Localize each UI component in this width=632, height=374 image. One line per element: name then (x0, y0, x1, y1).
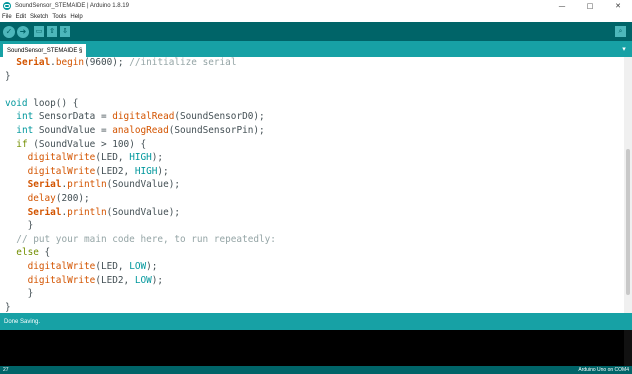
code-line[interactable]: Serial.println(SoundValue); (5, 206, 276, 220)
code-line[interactable]: } (5, 287, 276, 301)
code-line[interactable]: if (SoundValue > 100) { (5, 138, 276, 152)
code-editor[interactable]: Serial.begin(9600); //initialize serial}… (0, 57, 632, 313)
code-line[interactable]: int SensorData = digitalRead(SoundSensor… (5, 110, 276, 124)
maximize-button[interactable]: □ (576, 0, 604, 12)
title-bar: SoundSensor_STEMAIDE | Arduino 1.8.19 — … (0, 0, 632, 12)
menu-edit[interactable]: Edit (16, 14, 26, 20)
save-sketch-button[interactable]: ⇩ (60, 26, 70, 37)
menu-tools[interactable]: Tools (52, 14, 66, 20)
code-line[interactable]: void loop() { (5, 97, 276, 111)
tab-soundsensor-stemaide[interactable]: SoundSensor_STEMAIDE § (3, 44, 87, 57)
open-sketch-button[interactable]: ⇧ (47, 26, 57, 37)
editor-scroll-thumb[interactable] (626, 149, 630, 295)
menu-bar: File Edit Sketch Tools Help (0, 12, 632, 22)
tab-bar: SoundSensor_STEMAIDE § ▾ (0, 41, 632, 57)
code-line[interactable] (5, 83, 276, 97)
code-line[interactable]: digitalWrite(LED, HIGH); (5, 151, 276, 165)
code-line[interactable]: } (5, 219, 276, 233)
code-line[interactable]: digitalWrite(LED2, LOW); (5, 274, 276, 288)
output-console[interactable] (0, 330, 632, 366)
minimize-button[interactable]: — (548, 0, 576, 12)
console-scrollbar[interactable] (624, 330, 632, 366)
menu-help[interactable]: Help (70, 14, 82, 20)
editor-scrollbar[interactable] (624, 57, 632, 313)
verify-button[interactable]: ✓ (3, 25, 15, 38)
code-line[interactable]: Serial.println(SoundValue); (5, 178, 276, 192)
status-message: Done Saving. (4, 318, 41, 325)
code-line[interactable]: } (5, 70, 276, 84)
code-line[interactable]: digitalWrite(LED, LOW); (5, 260, 276, 274)
board-port-label: Arduino Uno on COM4 (578, 367, 629, 373)
serial-monitor-button[interactable]: ⌕ (615, 26, 626, 37)
arduino-logo-icon (3, 2, 11, 10)
window-controls: — □ ✕ (548, 0, 632, 12)
menu-sketch[interactable]: Sketch (30, 14, 48, 20)
bottom-bar: 27 Arduino Uno on COM4 (0, 366, 632, 374)
code-line[interactable]: int SoundValue = analogRead(SoundSensorP… (5, 124, 276, 138)
code-line[interactable]: } (5, 301, 276, 313)
new-sketch-button[interactable]: ▭ (34, 26, 44, 37)
upload-button[interactable]: ➜ (17, 25, 29, 38)
code-text[interactable]: Serial.begin(9600); //initialize serial}… (5, 57, 276, 313)
code-line[interactable]: Serial.begin(9600); //initialize serial (5, 57, 276, 70)
code-line[interactable]: // put your main code here, to run repea… (5, 233, 276, 247)
menu-file[interactable]: File (2, 14, 12, 20)
line-number: 27 (3, 367, 9, 373)
close-button[interactable]: ✕ (604, 0, 632, 12)
tab-menu-chevron-down-icon[interactable]: ▾ (620, 45, 628, 53)
toolbar: ✓ ➜ ▭ ⇧ ⇩ ⌕ (0, 22, 632, 41)
window-title: SoundSensor_STEMAIDE | Arduino 1.8.19 (15, 3, 129, 9)
code-line[interactable]: digitalWrite(LED2, HIGH); (5, 165, 276, 179)
code-line[interactable]: delay(200); (5, 192, 276, 206)
status-bar: Done Saving. (0, 313, 632, 330)
code-line[interactable]: else { (5, 246, 276, 260)
